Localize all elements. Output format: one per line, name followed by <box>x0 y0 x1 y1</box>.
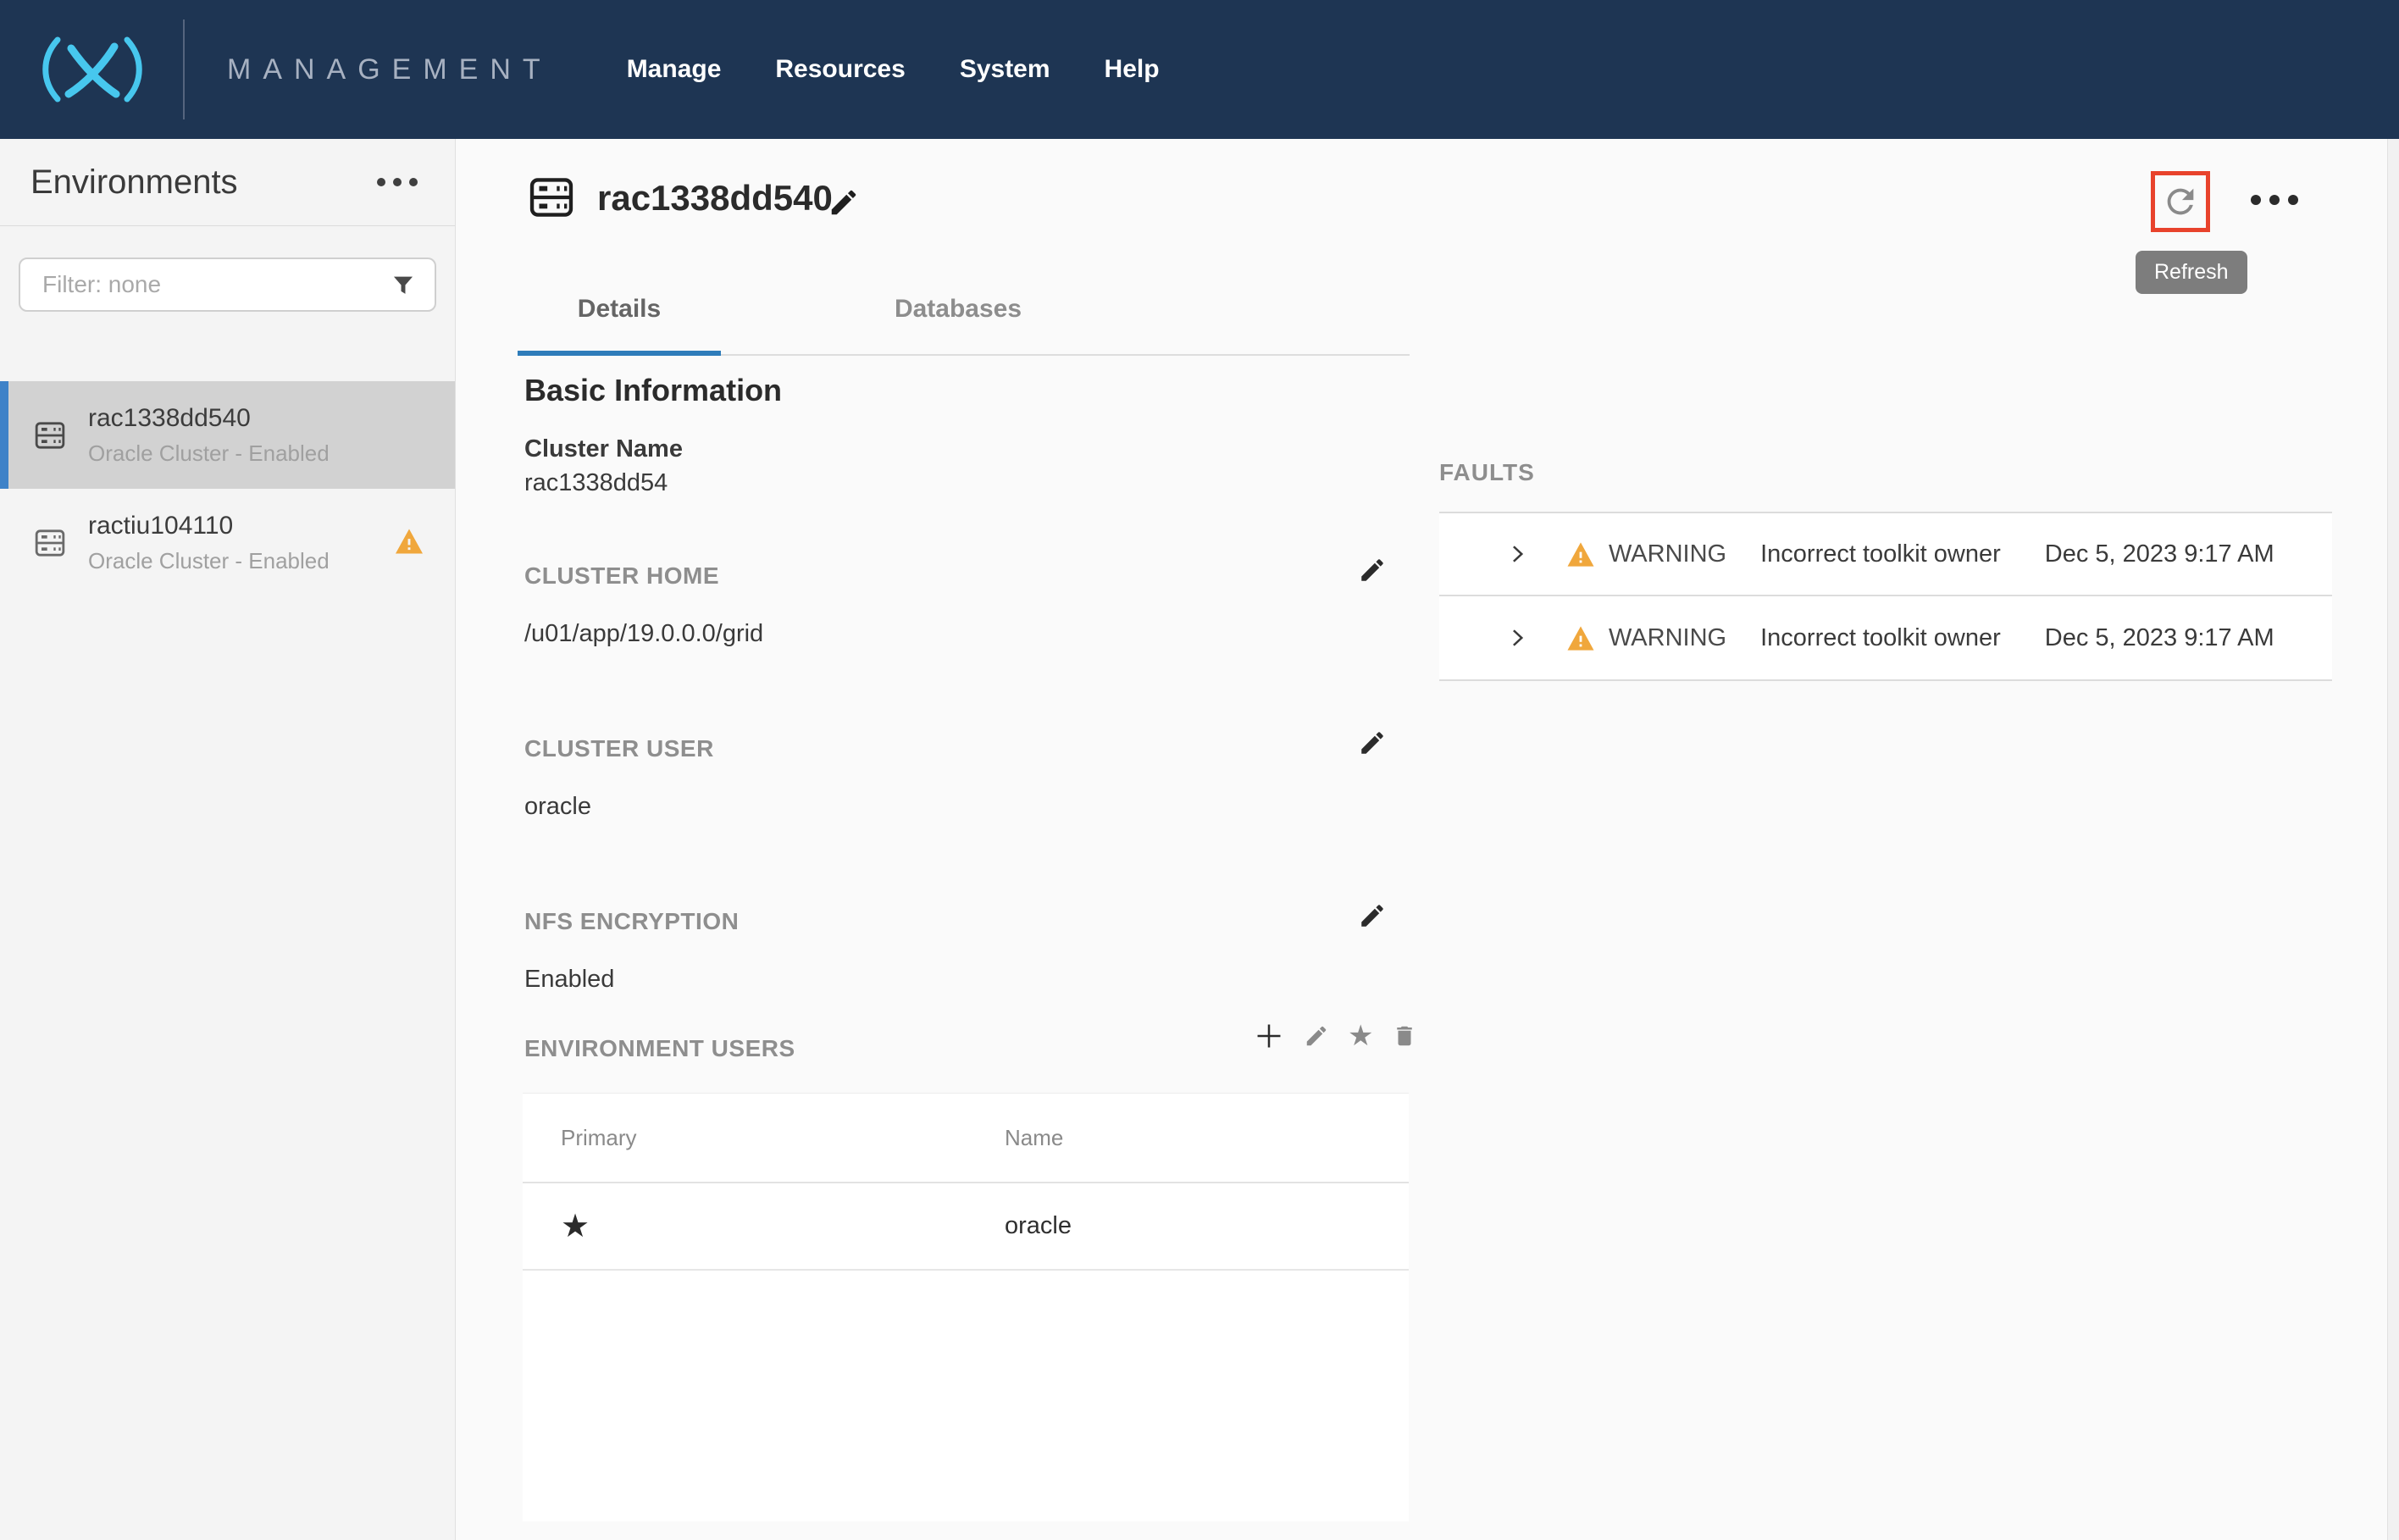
edit-title-pencil-icon[interactable] <box>828 186 860 219</box>
nav-divider <box>183 19 185 119</box>
nav-item-resources[interactable]: Resources <box>775 55 905 84</box>
sidebar-more-options-icon[interactable] <box>377 178 418 186</box>
primary-star-icon: ★ <box>561 1209 590 1244</box>
environment-item-text: rac1338dd540 Oracle Cluster - Enabled <box>88 404 330 467</box>
warning-icon <box>1566 625 1595 651</box>
refresh-icon <box>2161 182 2200 221</box>
delphix-logo-icon[interactable] <box>29 35 156 104</box>
page-title: rac1338dd540 <box>597 178 833 219</box>
cluster-name-label: Cluster Name <box>524 435 683 463</box>
pencil-icon <box>1358 901 1387 930</box>
fault-severity: WARNING <box>1609 540 1726 568</box>
environment-icon <box>527 173 576 222</box>
cluster-home-value: /u01/app/19.0.0.0/grid <box>524 620 763 648</box>
fault-row[interactable]: WARNING Incorrect toolkit owner Dec 5, 2… <box>1439 512 2332 596</box>
environment-users-toolbar: ★ <box>1253 1020 1417 1052</box>
fault-row[interactable]: WARNING Incorrect toolkit owner Dec 5, 2… <box>1439 596 2332 681</box>
set-primary-user-button[interactable]: ★ <box>1348 1022 1373 1050</box>
environment-users-heading: ENVIRONMENT USERS <box>524 1035 795 1062</box>
sidebar-item-ractiu104110[interactable]: ractiu104110 Oracle Cluster - Enabled <box>0 489 455 596</box>
nfs-encryption-label: NFS ENCRYPTION <box>524 908 739 935</box>
table-header-row: Primary Name <box>523 1094 1409 1183</box>
nfs-encryption-value: Enabled <box>524 966 614 994</box>
cluster-user-value: oracle <box>524 793 591 821</box>
refresh-button-highlight-box <box>2151 171 2210 232</box>
filter-input[interactable] <box>19 258 436 312</box>
environment-subtitle: Oracle Cluster - Enabled <box>88 440 330 467</box>
environment-icon <box>32 418 68 452</box>
warning-icon <box>394 528 424 555</box>
faults-list: WARNING Incorrect toolkit owner Dec 5, 2… <box>1439 512 2332 681</box>
sidebar-item-rac1338dd540[interactable]: rac1338dd540 Oracle Cluster - Enabled <box>0 381 455 489</box>
expand-chevron-icon[interactable] <box>1505 540 1529 568</box>
cluster-user-label: CLUSTER USER <box>524 735 714 762</box>
environment-name: rac1338dd540 <box>88 404 330 433</box>
cluster-home-label: CLUSTER HOME <box>524 562 719 590</box>
cluster-name-value: rac1338dd54 <box>524 469 668 497</box>
environment-users-table: Primary Name ★ oracle <box>523 1093 1409 1521</box>
refresh-tooltip: Refresh <box>2136 251 2247 294</box>
trash-icon <box>1392 1023 1417 1049</box>
user-name: oracle <box>1005 1212 1072 1240</box>
fault-title: Incorrect toolkit owner <box>1760 624 2001 652</box>
filter-icon[interactable] <box>392 274 414 296</box>
refresh-button[interactable] <box>2161 182 2200 221</box>
environment-name: ractiu104110 <box>88 512 330 540</box>
filter-field <box>19 258 436 312</box>
edit-user-button[interactable] <box>1304 1023 1329 1049</box>
delete-user-button[interactable] <box>1392 1023 1417 1049</box>
edit-cluster-user-button[interactable] <box>1358 728 1387 757</box>
brand-label: MANAGEMENT <box>227 53 552 86</box>
column-header-primary: Primary <box>561 1125 1005 1151</box>
fault-timestamp: Dec 5, 2023 9:17 AM <box>2045 540 2274 568</box>
fault-title: Incorrect toolkit owner <box>1760 540 2001 568</box>
environments-sidebar: Environments rac13 <box>0 139 456 1540</box>
detail-tabs: Details Databases <box>518 295 1410 356</box>
faults-heading: FAULTS <box>1439 459 1535 486</box>
table-row[interactable]: ★ oracle <box>523 1183 1409 1271</box>
sidebar-header: Environments <box>0 139 455 226</box>
star-icon: ★ <box>1348 1022 1373 1050</box>
edit-cluster-home-button[interactable] <box>1358 556 1387 584</box>
add-user-button[interactable] <box>1253 1020 1285 1052</box>
plus-icon <box>1253 1020 1285 1052</box>
warning-icon <box>1566 541 1595 568</box>
sidebar-title: Environments <box>30 163 238 202</box>
tab-details[interactable]: Details <box>518 295 721 356</box>
fault-timestamp: Dec 5, 2023 9:17 AM <box>2045 624 2274 652</box>
basic-information-heading: Basic Information <box>524 373 782 408</box>
pencil-icon <box>1304 1023 1329 1049</box>
environment-detail-panel: rac1338dd540 Refresh Details Databases B… <box>457 139 2399 1540</box>
pencil-icon <box>1358 556 1387 584</box>
edit-nfs-encryption-button[interactable] <box>1358 901 1387 930</box>
environment-icon <box>32 526 68 560</box>
nav-item-help[interactable]: Help <box>1105 55 1160 84</box>
nav-item-manage[interactable]: Manage <box>627 55 722 84</box>
tab-databases[interactable]: Databases <box>856 295 1060 356</box>
top-nav: MANAGEMENT Manage Resources System Help <box>0 0 2399 139</box>
main-menu: Manage Resources System Help <box>627 55 1160 84</box>
column-header-name: Name <box>1005 1125 1063 1151</box>
environment-subtitle: Oracle Cluster - Enabled <box>88 548 330 574</box>
nav-item-system[interactable]: System <box>960 55 1050 84</box>
more-options-icon[interactable] <box>2251 195 2298 205</box>
environment-list: rac1338dd540 Oracle Cluster - Enabled r <box>0 381 455 596</box>
pencil-icon <box>1358 728 1387 757</box>
expand-chevron-icon[interactable] <box>1505 624 1529 651</box>
fault-severity: WARNING <box>1609 624 1726 652</box>
vertical-scrollbar[interactable] <box>2387 139 2399 1540</box>
environment-item-text: ractiu104110 Oracle Cluster - Enabled <box>88 512 330 574</box>
